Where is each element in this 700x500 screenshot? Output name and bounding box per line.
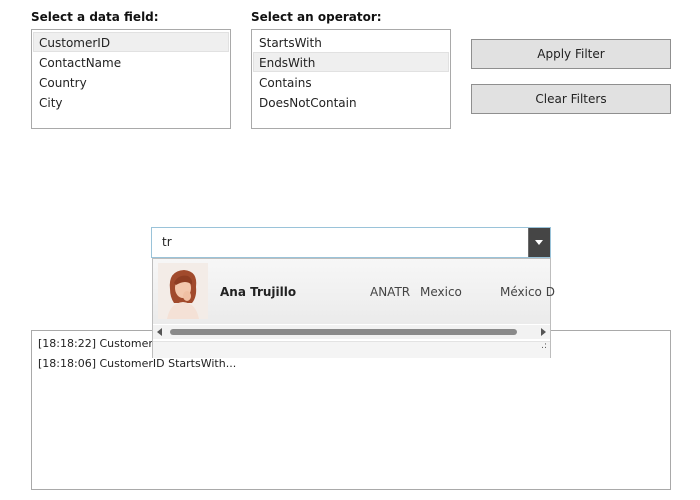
operator-listbox[interactable]: StartsWith EndsWith Contains DoesNotCont… <box>251 29 451 129</box>
result-country: Mexico <box>420 285 462 299</box>
field-item-customerid[interactable]: CustomerID <box>33 32 229 52</box>
operator-item-startswith[interactable]: StartsWith <box>253 32 449 52</box>
result-customer-id: ANATR <box>370 285 411 299</box>
resize-grip-icon[interactable]: .: <box>541 342 547 351</box>
data-field-listbox[interactable]: CustomerID ContactName Country City <box>31 29 231 129</box>
operator-item-contains[interactable]: Contains <box>253 72 449 92</box>
operator-label: Select an operator: <box>251 10 382 24</box>
dropdown-toggle-button[interactable] <box>528 228 550 257</box>
result-contact-name: Ana Trujillo <box>220 285 297 299</box>
search-input[interactable]: tr <box>162 235 172 249</box>
search-result-row[interactable]: Ana Trujillo ANATR Mexico México D <box>153 259 555 324</box>
clear-filters-button[interactable]: Clear Filters <box>471 84 671 114</box>
apply-filter-button[interactable]: Apply Filter <box>471 39 671 69</box>
search-results-dropdown: Ana Trujillo ANATR Mexico México D .: <box>152 258 555 358</box>
scrollbar-thumb[interactable] <box>170 329 517 335</box>
data-field-label: Select a data field: <box>31 10 159 24</box>
scroll-left-icon[interactable] <box>157 328 162 336</box>
result-city: México D <box>500 285 555 299</box>
chevron-down-icon <box>535 240 543 245</box>
field-item-city[interactable]: City <box>33 92 229 112</box>
horizontal-scrollbar[interactable] <box>153 325 550 339</box>
operator-item-doesnotcontain[interactable]: DoesNotContain <box>253 92 449 112</box>
customer-photo <box>158 263 208 319</box>
search-combobox[interactable]: tr <box>151 227 551 258</box>
operator-item-endswith[interactable]: EndsWith <box>253 52 449 72</box>
scroll-right-icon[interactable] <box>541 328 546 336</box>
dropdown-resize-bar: .: <box>153 341 550 358</box>
field-item-contactname[interactable]: ContactName <box>33 52 229 72</box>
field-item-country[interactable]: Country <box>33 72 229 92</box>
